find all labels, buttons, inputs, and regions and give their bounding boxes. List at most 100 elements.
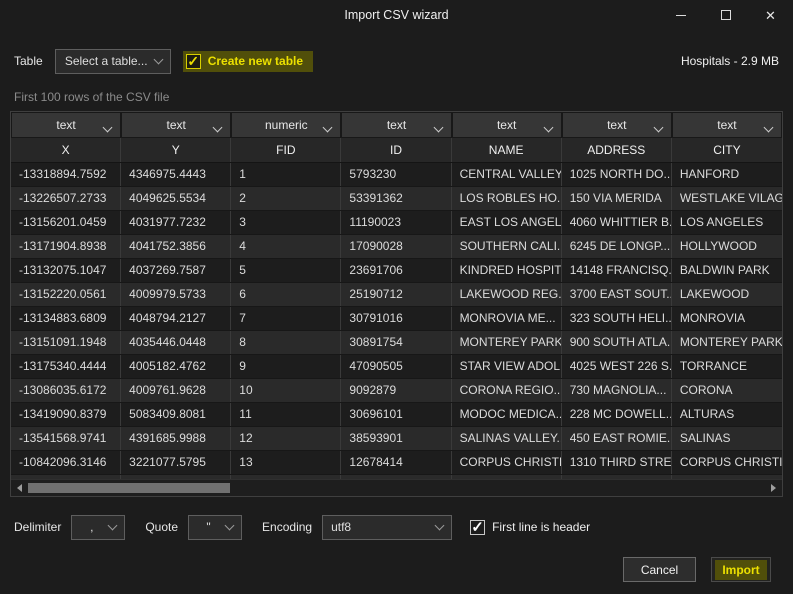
- table-row: -13132075.10474037269.7587523691706KINDR…: [11, 259, 782, 283]
- scrollbar-thumb[interactable]: [28, 483, 230, 493]
- table-cell: -13175340.4444: [11, 355, 121, 378]
- table-select[interactable]: Select a table...: [55, 49, 171, 74]
- table-cell: 4035446.0448: [121, 331, 231, 354]
- minimize-button[interactable]: [658, 0, 703, 30]
- table-cell: -13152220.0561: [11, 283, 121, 306]
- table-select-value: Select a table...: [64, 54, 149, 68]
- table-cell: 30696101: [341, 403, 451, 426]
- table-cell: LAKEWOOD: [672, 283, 782, 306]
- encoding-label: Encoding: [262, 520, 312, 534]
- column-type-select[interactable]: text: [673, 113, 781, 137]
- table-cell: -13132075.1047: [11, 259, 121, 282]
- table-cell: MONTEREY PARK...: [452, 331, 562, 354]
- table-cell: MONTEREY PARK: [672, 331, 782, 354]
- table-cell: 228 MC DOWELL...: [562, 403, 672, 426]
- table-cell: BALDWIN PARK: [672, 259, 782, 282]
- quote-value: ": [197, 520, 220, 534]
- quote-label: Quote: [145, 520, 178, 534]
- close-button[interactable]: ✕: [748, 0, 793, 30]
- encoding-select[interactable]: utf8: [322, 515, 452, 540]
- create-new-table-label: Create new table: [208, 54, 303, 68]
- table-cell: -10842096.3146: [11, 451, 121, 474]
- table-cell: 5083409.8081: [121, 403, 231, 426]
- table-cell: 25190712: [341, 283, 451, 306]
- table-cell: 30791016: [341, 307, 451, 330]
- table-cell: 12: [231, 427, 341, 450]
- delimiter-value: ,: [80, 520, 103, 534]
- table-cell: 11190023: [341, 211, 451, 234]
- column-type-select[interactable]: text: [563, 113, 671, 137]
- table-cell: SOUTHERN CALI...: [452, 235, 562, 258]
- column-header: X: [11, 138, 121, 162]
- table-cell: 4009761.9628: [121, 379, 231, 402]
- scroll-right-icon[interactable]: [771, 484, 776, 492]
- table-cell: MONROVIA ME...: [452, 307, 562, 330]
- column-type-select[interactable]: text: [12, 113, 120, 137]
- column-type-select[interactable]: text: [453, 113, 561, 137]
- table-cell: 2: [231, 187, 341, 210]
- encoding-value: utf8: [331, 520, 430, 534]
- table-cell: 4049625.5534: [121, 187, 231, 210]
- window-controls: ✕: [658, 0, 793, 30]
- import-button[interactable]: Import: [711, 557, 771, 582]
- column-header: NAME: [452, 138, 562, 162]
- table-cell: 4009979.5733: [121, 283, 231, 306]
- table-cell: 900 SOUTH ATLA...: [562, 331, 672, 354]
- table-cell: 4060 WHITTIER B...: [562, 211, 672, 234]
- table-cell: 4048794.2127: [121, 307, 231, 330]
- table-cell: 38593901: [341, 427, 451, 450]
- chevron-down-icon: [764, 123, 774, 133]
- table-cell: -13086035.6172: [11, 379, 121, 402]
- create-new-table-checkbox[interactable]: ✓ Create new table: [183, 51, 313, 72]
- table-cell: 4031977.7232: [121, 211, 231, 234]
- column-type-select[interactable]: text: [122, 113, 230, 137]
- horizontal-scrollbar[interactable]: [11, 480, 782, 496]
- table-cell: MONROVIA: [672, 307, 782, 330]
- table-cell: 9092879: [341, 379, 451, 402]
- table-row: -13171904.89384041752.3856417090028SOUTH…: [11, 235, 782, 259]
- action-bar: Cancel Import: [0, 557, 771, 582]
- delimiter-select[interactable]: ,: [71, 515, 125, 540]
- table-label: Table: [14, 54, 43, 68]
- table-row: -13134883.68094048794.2127730791016MONRO…: [11, 307, 782, 331]
- maximize-button[interactable]: [703, 0, 748, 30]
- table-cell: 4041752.3856: [121, 235, 231, 258]
- table-cell: CORPUS CHRISTI: [672, 451, 782, 474]
- column-header: Y: [121, 138, 231, 162]
- quote-select[interactable]: ": [188, 515, 242, 540]
- table-row: -13156201.04594031977.7232311190023EAST …: [11, 211, 782, 235]
- table-cell: 3: [231, 211, 341, 234]
- import-options: Delimiter , Quote " Encoding utf8 ✓ Firs…: [14, 514, 779, 540]
- scroll-left-icon[interactable]: [17, 484, 22, 492]
- table-cell: 23691706: [341, 259, 451, 282]
- table-cell: 1310 THIRD STRE...: [562, 451, 672, 474]
- table-cell: -13318894.7592: [11, 163, 121, 186]
- table-cell: SALINAS: [672, 427, 782, 450]
- table-cell: 4: [231, 235, 341, 258]
- chevron-down-icon: [433, 123, 443, 133]
- chevron-down-icon: [103, 123, 113, 133]
- table-cell: 13: [231, 451, 341, 474]
- table-cell: 4005182.4762: [121, 355, 231, 378]
- table-cell: 4346975.4443: [121, 163, 231, 186]
- maximize-icon: [721, 10, 731, 20]
- table-row: -13152220.05614009979.5733625190712 LAKEW…: [11, 283, 782, 307]
- table-row: -13226507.27334049625.5534253391362LOS R…: [11, 187, 782, 211]
- table-row: -13419090.83795083409.80811130696101MODO…: [11, 403, 782, 427]
- table-cell: 730 MAGNOLIA...: [562, 379, 672, 402]
- chevron-down-icon: [108, 520, 118, 530]
- table-cell: 450 EAST ROMIE...: [562, 427, 672, 450]
- table-cell: 5793230: [341, 163, 451, 186]
- table-cell: 6: [231, 283, 341, 306]
- column-type-select[interactable]: numeric: [232, 113, 340, 137]
- column-type-select[interactable]: text: [342, 113, 450, 137]
- table-cell: 7: [231, 307, 341, 330]
- import-button-label: Import: [715, 560, 766, 580]
- table-row: -13086035.61724009761.9628109092879CORON…: [11, 379, 782, 403]
- table-cell: -13171904.8938: [11, 235, 121, 258]
- cancel-button[interactable]: Cancel: [623, 557, 696, 582]
- titlebar: Import CSV wizard ✕: [0, 0, 793, 30]
- checkbox-box: ✓: [470, 520, 485, 535]
- first-line-header-checkbox[interactable]: ✓ First line is header: [470, 520, 590, 535]
- table-body: -13318894.75924346975.444315793230CENTRA…: [11, 163, 782, 475]
